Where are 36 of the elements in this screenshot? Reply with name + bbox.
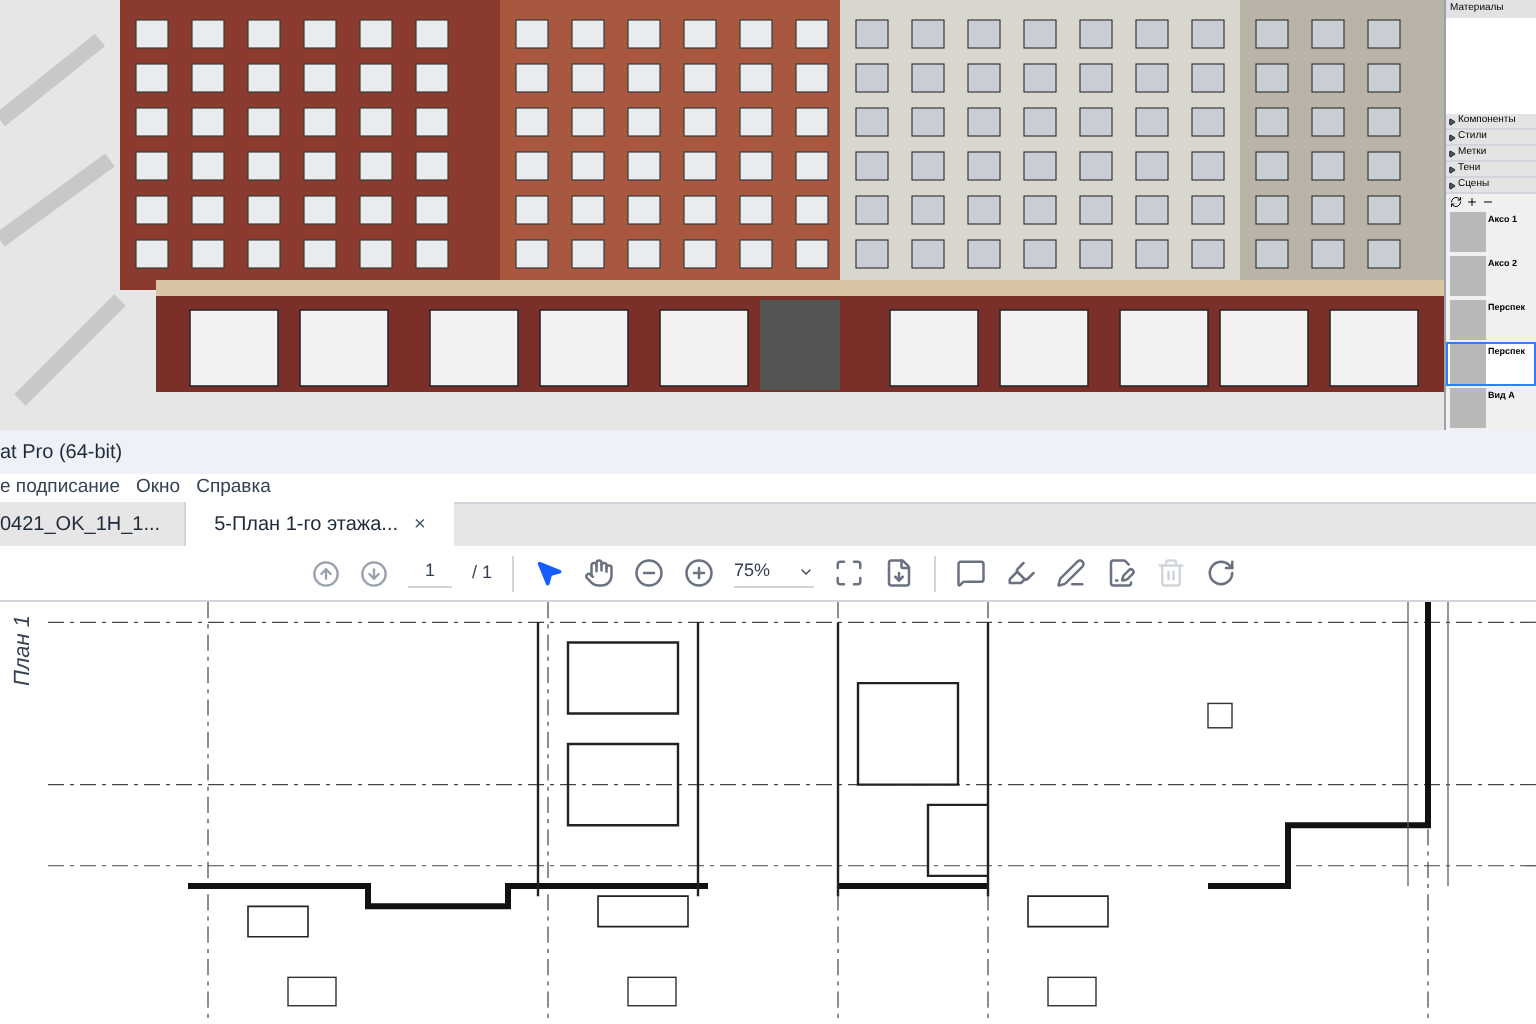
- zoom-field[interactable]: 75%: [734, 558, 815, 588]
- sign-icon[interactable]: [1056, 558, 1087, 588]
- zoom-in-icon[interactable]: [684, 558, 715, 588]
- window-title: at Pro (64-bit): [0, 439, 123, 467]
- caret-icon: [798, 564, 815, 580]
- scroll-mode-icon[interactable]: [884, 558, 915, 588]
- tab-label: 5-План 1-го этажа...: [214, 511, 398, 539]
- document-tab[interactable]: 5-План 1-го этажа... ×: [186, 502, 454, 546]
- add-icon[interactable]: [1466, 196, 1478, 208]
- highlighter-icon[interactable]: [1006, 558, 1037, 588]
- edit-document-icon[interactable]: [1106, 558, 1137, 588]
- document-tab[interactable]: 0421_OK_1H_1...: [0, 502, 187, 546]
- menu-item[interactable]: Окно: [136, 473, 181, 503]
- menu-item[interactable]: Справка: [196, 473, 271, 503]
- scene-thumbnail: [1450, 388, 1486, 428]
- next-page-icon[interactable]: [360, 559, 388, 587]
- plan-label: План 1: [9, 614, 38, 687]
- menu-item[interactable]: е подписание: [0, 473, 121, 503]
- scene-thumbnail: [1450, 300, 1486, 340]
- previous-page-icon[interactable]: [312, 559, 340, 587]
- tab-label: 0421_OK_1H_1...: [0, 511, 161, 539]
- remove-icon[interactable]: [1482, 196, 1494, 208]
- page-total: / 1: [472, 559, 493, 586]
- fit-page-icon[interactable]: [834, 558, 865, 588]
- tray-body: [1446, 18, 1536, 114]
- close-tab-button[interactable]: ×: [414, 509, 426, 539]
- rotate-icon[interactable]: [1206, 558, 1237, 588]
- page-number-field[interactable]: 1: [408, 558, 452, 588]
- zoom-out-icon[interactable]: [634, 558, 665, 588]
- hand-tool-icon[interactable]: [584, 558, 615, 588]
- comment-icon[interactable]: [956, 558, 987, 588]
- scene-thumbnail: [1450, 256, 1486, 296]
- scene-thumbnail: [1450, 212, 1486, 252]
- refresh-icon[interactable]: [1450, 196, 1462, 208]
- select-tool-icon[interactable]: [534, 558, 565, 588]
- scene-thumbnail: [1450, 344, 1486, 384]
